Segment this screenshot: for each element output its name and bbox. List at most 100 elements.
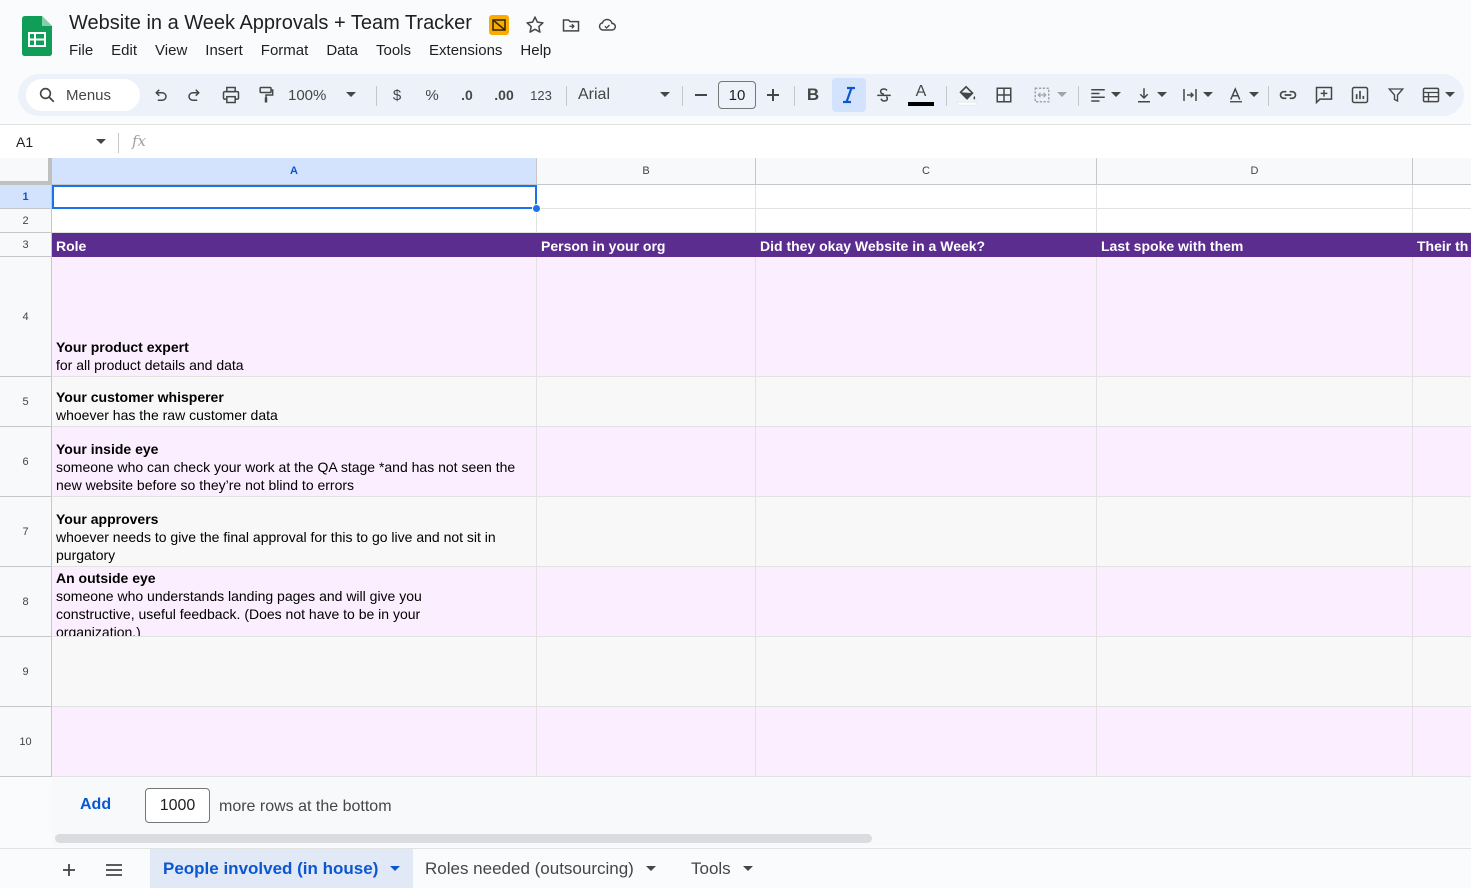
- filter-views-button[interactable]: [1418, 81, 1458, 109]
- insert-link-icon[interactable]: [1276, 81, 1300, 109]
- last-spoke-cell[interactable]: [1097, 497, 1413, 567]
- number-format-button[interactable]: 123: [526, 81, 556, 109]
- approval-cell[interactable]: [756, 427, 1097, 497]
- font-size-input[interactable]: 10: [718, 81, 756, 109]
- row-header-1[interactable]: 1: [0, 185, 52, 209]
- merge-cells-button[interactable]: [1028, 81, 1072, 109]
- their-cell[interactable]: [1413, 707, 1471, 777]
- menu-tools[interactable]: Tools: [367, 40, 420, 61]
- cell-b2[interactable]: [537, 209, 756, 233]
- paint-format-icon[interactable]: [254, 81, 278, 109]
- fill-handle[interactable]: [532, 204, 541, 213]
- menu-search[interactable]: Menus: [26, 79, 140, 111]
- horizontal-align-button[interactable]: [1086, 81, 1124, 109]
- print-icon[interactable]: [219, 81, 243, 109]
- menu-help[interactable]: Help: [511, 40, 560, 61]
- percent-format-button[interactable]: %: [421, 81, 443, 109]
- vertical-align-button[interactable]: [1132, 81, 1170, 109]
- insert-comment-icon[interactable]: [1312, 81, 1336, 109]
- row-header-8[interactable]: 8: [0, 567, 52, 637]
- menu-file[interactable]: File: [60, 40, 102, 61]
- their-cell[interactable]: [1413, 257, 1471, 377]
- tab-people-involved[interactable]: People involved (in house): [150, 849, 414, 888]
- cell-d1[interactable]: [1097, 185, 1413, 209]
- select-all-corner[interactable]: [0, 158, 52, 185]
- decrease-decimal-button[interactable]: .0: [454, 81, 480, 109]
- last-spoke-cell[interactable]: [1097, 377, 1413, 427]
- column-header-e[interactable]: [1413, 158, 1471, 185]
- add-sheet-icon[interactable]: [58, 859, 80, 881]
- row-header-2[interactable]: 2: [0, 209, 52, 233]
- redo-icon[interactable]: [183, 81, 207, 109]
- text-wrapping-button[interactable]: [1178, 81, 1216, 109]
- star-icon[interactable]: [524, 14, 546, 36]
- cell-e1[interactable]: [1413, 185, 1471, 209]
- insert-chart-icon[interactable]: [1348, 81, 1372, 109]
- person-cell[interactable]: [537, 497, 756, 567]
- last-spoke-cell[interactable]: [1097, 567, 1413, 637]
- person-cell[interactable]: [537, 567, 756, 637]
- column-header-a[interactable]: A: [52, 158, 537, 185]
- person-cell[interactable]: [537, 637, 756, 707]
- cell-c2[interactable]: [756, 209, 1097, 233]
- fill-color-icon[interactable]: [954, 81, 980, 109]
- person-cell[interactable]: [537, 377, 756, 427]
- last-spoke-cell[interactable]: [1097, 257, 1413, 377]
- approval-cell[interactable]: [756, 257, 1097, 377]
- cell-a1[interactable]: [52, 185, 537, 209]
- approval-cell[interactable]: [756, 377, 1097, 427]
- role-cell[interactable]: [52, 707, 537, 777]
- row-header-9[interactable]: 9: [0, 637, 52, 707]
- all-sheets-menu-icon[interactable]: [103, 859, 125, 881]
- badge-icon[interactable]: [488, 14, 510, 36]
- header-cell-role[interactable]: Role: [52, 233, 537, 257]
- cell-b1[interactable]: [537, 185, 756, 209]
- menu-format[interactable]: Format: [252, 40, 318, 61]
- approval-cell[interactable]: [756, 637, 1097, 707]
- row-header-3[interactable]: 3: [0, 233, 52, 257]
- their-cell[interactable]: [1413, 497, 1471, 567]
- approval-cell[interactable]: [756, 567, 1097, 637]
- column-header-b[interactable]: B: [537, 158, 756, 185]
- cell-d2[interactable]: [1097, 209, 1413, 233]
- their-cell[interactable]: [1413, 637, 1471, 707]
- undo-icon[interactable]: [148, 81, 172, 109]
- add-rows-count-input[interactable]: 1000: [145, 788, 210, 823]
- menu-view[interactable]: View: [146, 40, 196, 61]
- cell-a2[interactable]: [52, 209, 537, 233]
- tab-tools[interactable]: Tools: [678, 849, 766, 888]
- role-cell[interactable]: [52, 637, 537, 707]
- name-box[interactable]: A1: [16, 134, 33, 150]
- person-cell[interactable]: [537, 257, 756, 377]
- approval-cell[interactable]: [756, 497, 1097, 567]
- filter-icon[interactable]: [1384, 81, 1408, 109]
- person-cell[interactable]: [537, 707, 756, 777]
- row-header-7[interactable]: 7: [0, 497, 52, 567]
- bold-button[interactable]: B: [802, 81, 824, 109]
- row-header-5[interactable]: 5: [0, 377, 52, 427]
- cell-e2[interactable]: [1413, 209, 1471, 233]
- scrollbar-thumb[interactable]: [55, 834, 872, 843]
- increase-decimal-button[interactable]: .00: [490, 81, 518, 109]
- strikethrough-icon[interactable]: [873, 81, 895, 109]
- header-cell-last-spoke[interactable]: Last spoke with them: [1097, 233, 1413, 257]
- increase-font-size-icon[interactable]: [762, 81, 784, 109]
- document-title[interactable]: Website in a Week Approvals + Team Track…: [69, 12, 472, 35]
- decrease-font-size-icon[interactable]: [690, 81, 712, 109]
- their-cell[interactable]: [1413, 567, 1471, 637]
- horizontal-scrollbar[interactable]: [52, 832, 1471, 846]
- currency-format-button[interactable]: $: [386, 81, 408, 109]
- role-cell[interactable]: An outside eye someone who understands l…: [52, 567, 537, 637]
- chevron-down-icon[interactable]: [742, 866, 753, 872]
- text-rotation-button[interactable]: [1224, 81, 1262, 109]
- chevron-down-icon[interactable]: [96, 139, 106, 145]
- add-rows-button[interactable]: Add: [80, 796, 111, 814]
- cloud-saved-icon[interactable]: [596, 14, 618, 36]
- move-folder-icon[interactable]: [560, 14, 582, 36]
- chevron-down-icon[interactable]: [390, 866, 401, 872]
- approval-cell[interactable]: [756, 707, 1097, 777]
- menu-data[interactable]: Data: [317, 40, 367, 61]
- tab-roles-needed[interactable]: Roles needed (outsourcing): [412, 849, 669, 888]
- header-cell-approval[interactable]: Did they okay Website in a Week?: [756, 233, 1097, 257]
- chevron-down-icon[interactable]: [645, 866, 656, 872]
